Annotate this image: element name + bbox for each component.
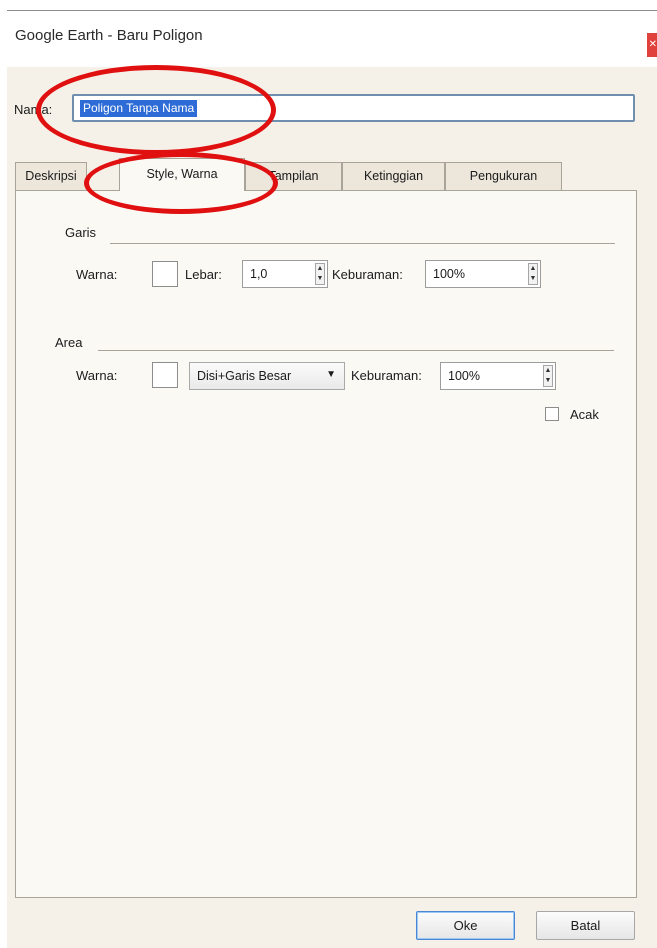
window-title: Google Earth - Baru Poligon <box>15 27 203 44</box>
ok-button[interactable]: Oke <box>416 911 515 940</box>
area-fill-value: Disi+Garis Besar <box>197 369 292 383</box>
garis-color-label: Warna: <box>76 267 118 282</box>
area-color-swatch[interactable] <box>152 362 178 388</box>
garis-opacity-label: Keburaman: <box>332 267 403 282</box>
spinner-arrows-icon[interactable]: ▲ ▼ <box>315 263 325 285</box>
close-icon[interactable]: ✕ <box>647 33 657 57</box>
tab-pengukuran[interactable]: Pengukuran <box>445 162 562 190</box>
garis-width-value: 1,0 <box>250 267 268 281</box>
garis-opacity-spinner[interactable]: 100% ▲ ▼ <box>425 260 541 288</box>
name-input-value: Poligon Tanpa Nama <box>80 100 198 117</box>
garis-opacity-value: 100% <box>433 267 465 281</box>
spinner-arrows-icon[interactable]: ▲ ▼ <box>528 263 538 285</box>
garis-width-label: Lebar: <box>185 267 222 282</box>
tab-deskripsi[interactable]: Deskripsi <box>15 162 87 190</box>
tab-ketinggian[interactable]: Ketinggian <box>342 162 445 190</box>
area-opacity-label: Keburaman: <box>351 368 422 383</box>
tab-tampilan[interactable]: Tampilan <box>245 162 342 190</box>
area-color-label: Warna: <box>76 368 118 383</box>
style-panel: Garis Warna: Lebar: 1,0 ▲ ▼ Keburaman: 10… <box>15 190 637 898</box>
chevron-down-icon: ▼ <box>326 369 336 380</box>
garis-heading: Garis <box>65 225 97 240</box>
spinner-arrows-icon[interactable]: ▲ ▼ <box>543 365 553 387</box>
acak-checkbox[interactable] <box>545 407 559 421</box>
garis-width-spinner[interactable]: 1,0 ▲ ▼ <box>242 260 328 288</box>
garis-color-swatch[interactable] <box>152 261 178 287</box>
garis-divider <box>110 243 615 244</box>
cancel-button[interactable]: Batal <box>536 911 635 940</box>
area-divider <box>98 350 614 351</box>
title-bar[interactable]: Google Earth - Baru Poligon ✕ <box>7 11 657 67</box>
acak-label: Acak <box>570 407 599 422</box>
tab-style-warna[interactable]: Style, Warna <box>119 158 245 191</box>
area-heading: Area <box>55 335 83 350</box>
area-opacity-spinner[interactable]: 100% ▲ ▼ <box>440 362 556 390</box>
name-input[interactable]: Poligon Tanpa Nama <box>72 94 635 122</box>
name-label: Nama: <box>14 102 53 117</box>
area-opacity-value: 100% <box>448 369 480 383</box>
area-fill-dropdown[interactable]: Disi+Garis Besar ▼ <box>189 362 345 390</box>
